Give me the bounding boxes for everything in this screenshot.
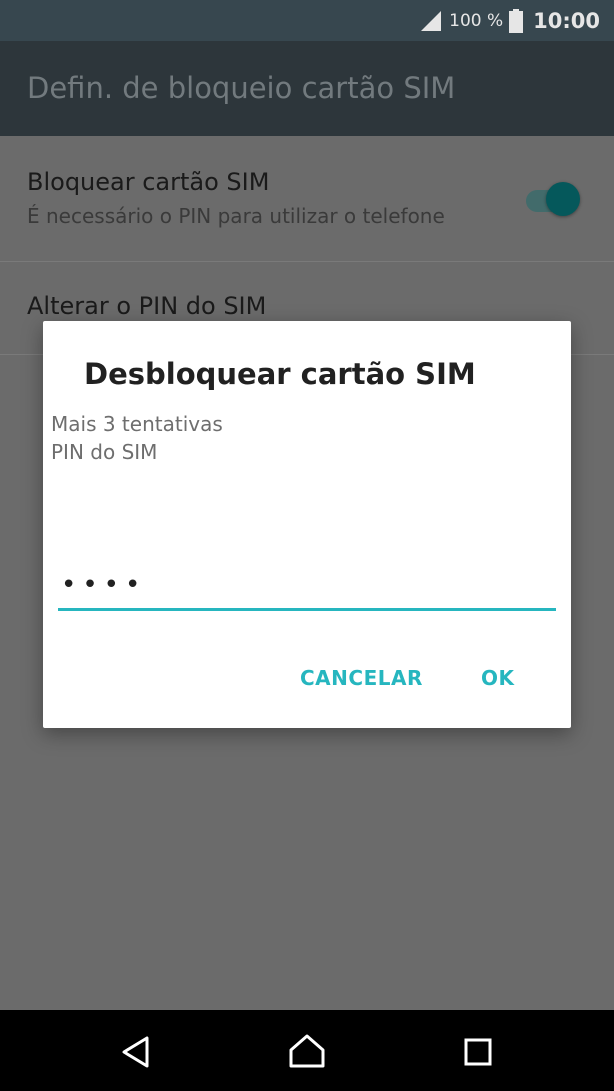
home-icon[interactable]	[287, 1032, 327, 1072]
battery-percent: 100 %	[449, 10, 504, 31]
cancel-button[interactable]: CANCELAR	[300, 666, 423, 690]
back-triangle-icon[interactable]	[117, 1032, 157, 1072]
pin-input[interactable]: ••••	[58, 565, 556, 611]
unlock-sim-dialog: Desbloquear cartão SIM Mais 3 tentativas…	[43, 321, 571, 728]
recents-square-icon[interactable]	[458, 1032, 498, 1072]
attempts-remaining: Mais 3 tentativas	[51, 412, 223, 436]
battery-icon	[509, 8, 524, 33]
dialog-title: Desbloquear cartão SIM	[84, 357, 476, 391]
page-title: Defin. de bloqueio cartão SIM	[27, 71, 456, 105]
setting-change-pin-title: Alterar o PIN do SIM	[27, 292, 267, 320]
lock-sim-toggle-thumb[interactable]	[546, 182, 580, 216]
signal-icon	[421, 10, 442, 31]
navigation-bar	[0, 1010, 614, 1091]
status-indicators: 100 % 10:00	[419, 0, 600, 41]
ok-button[interactable]: OK	[481, 666, 515, 690]
setting-lock-sim-title: Bloquear cartão SIM	[27, 168, 270, 196]
setting-lock-sim[interactable]: Bloquear cartão SIM É necessário o PIN p…	[0, 136, 614, 262]
dialog-message: Mais 3 tentativas PIN do SIM	[51, 410, 223, 466]
app-bar: Defin. de bloqueio cartão SIM	[0, 41, 614, 136]
setting-lock-sim-summary: É necessário o PIN para utilizar o telef…	[27, 204, 445, 228]
clock: 10:00	[533, 8, 600, 33]
pin-prompt: PIN do SIM	[51, 440, 158, 464]
status-bar: 100 % 10:00	[0, 0, 614, 41]
